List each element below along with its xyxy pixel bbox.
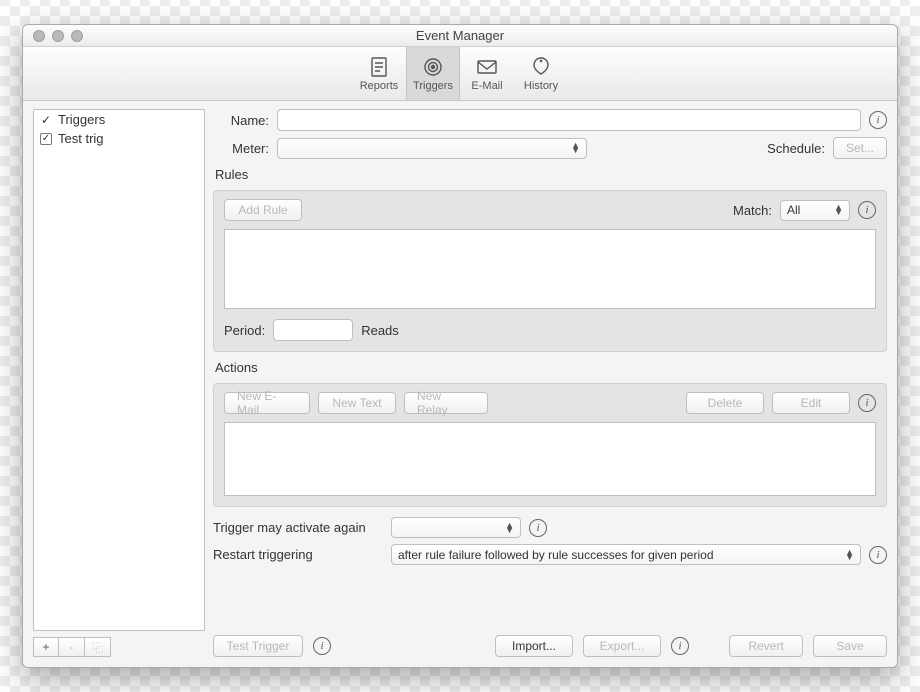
main-panel: Name: i Meter: ▲▼ Schedule: Set... Rules… — [213, 109, 887, 657]
actions-title: Actions — [215, 360, 887, 375]
info-icon[interactable]: i — [858, 201, 876, 219]
info-icon[interactable]: i — [313, 637, 331, 655]
actions-list[interactable] — [224, 422, 876, 496]
toolbar-email[interactable]: E-Mail — [460, 47, 514, 100]
trigger-list[interactable]: ✓ Triggers ✓ Test trig — [33, 109, 205, 631]
footer: Test Trigger i Import... Export... i Rev… — [213, 635, 887, 657]
toolbar-label: History — [524, 80, 558, 92]
triggers-icon — [421, 56, 445, 78]
match-value: All — [787, 203, 800, 217]
toolbar-label: Reports — [360, 80, 399, 92]
history-icon — [529, 56, 553, 78]
checkbox-icon[interactable]: ✓ — [40, 133, 52, 145]
chevron-updown-icon: ▲▼ — [834, 205, 843, 215]
test-trigger-button[interactable]: Test Trigger — [213, 635, 303, 657]
sidebar: ✓ Triggers ✓ Test trig + - ⿻ — [33, 109, 205, 657]
reports-icon — [367, 56, 391, 78]
save-button[interactable]: Save — [813, 635, 887, 657]
toolbar-triggers[interactable]: Triggers — [406, 47, 460, 100]
meter-label: Meter: — [213, 141, 269, 156]
match-select[interactable]: All ▲▼ — [780, 200, 850, 221]
match-label: Match: — [733, 203, 772, 218]
toolbar: Reports Triggers E-Mail History — [23, 47, 897, 101]
toolbar-reports[interactable]: Reports — [352, 47, 406, 100]
new-relay-button[interactable]: New Relay — [404, 392, 488, 414]
new-email-button[interactable]: New E-Mail — [224, 392, 310, 414]
period-label: Period: — [224, 323, 265, 338]
period-input[interactable] — [273, 319, 353, 341]
info-icon[interactable]: i — [529, 519, 547, 537]
check-icon: ✓ — [40, 113, 52, 127]
email-icon — [475, 56, 499, 78]
rules-title: Rules — [215, 167, 887, 182]
info-icon[interactable]: i — [671, 637, 689, 655]
period-suffix: Reads — [361, 323, 399, 338]
list-item[interactable]: ✓ Triggers — [34, 110, 204, 129]
duplicate-trigger-button[interactable]: ⿻ — [85, 637, 111, 657]
name-input[interactable] — [277, 109, 861, 131]
chevron-updown-icon: ▲▼ — [505, 523, 514, 533]
restart-select[interactable]: after rule failure followed by rule succ… — [391, 544, 861, 565]
window-title: Event Manager — [23, 28, 897, 43]
restart-value: after rule failure followed by rule succ… — [398, 548, 714, 562]
actions-group: New E-Mail New Text New Relay Delete Edi… — [213, 383, 887, 507]
rules-list[interactable] — [224, 229, 876, 309]
list-item-label: Triggers — [58, 112, 105, 127]
reactivate-select[interactable]: ▲▼ — [391, 517, 521, 538]
info-icon[interactable]: i — [858, 394, 876, 412]
restart-label: Restart triggering — [213, 547, 383, 562]
content-area: ✓ Triggers ✓ Test trig + - ⿻ Name: i — [23, 101, 897, 667]
titlebar: Event Manager — [23, 25, 897, 47]
import-button[interactable]: Import... — [495, 635, 573, 657]
toolbar-history[interactable]: History — [514, 47, 568, 100]
list-item-label: Test trig — [58, 131, 104, 146]
info-icon[interactable]: i — [869, 546, 887, 564]
list-item[interactable]: ✓ Test trig — [34, 129, 204, 148]
meter-select[interactable]: ▲▼ — [277, 138, 587, 159]
chevron-updown-icon: ▲▼ — [571, 143, 580, 153]
remove-trigger-button[interactable]: - — [59, 637, 85, 657]
add-trigger-button[interactable]: + — [33, 637, 59, 657]
revert-button[interactable]: Revert — [729, 635, 803, 657]
chevron-updown-icon: ▲▼ — [845, 550, 854, 560]
info-icon[interactable]: i — [869, 111, 887, 129]
toolbar-label: Triggers — [413, 80, 453, 92]
edit-action-button[interactable]: Edit — [772, 392, 850, 414]
new-text-button[interactable]: New Text — [318, 392, 396, 414]
schedule-button[interactable]: Set... — [833, 137, 887, 159]
export-button[interactable]: Export... — [583, 635, 661, 657]
toolbar-label: E-Mail — [471, 80, 502, 92]
reactivate-label: Trigger may activate again — [213, 520, 383, 535]
name-label: Name: — [213, 113, 269, 128]
sidebar-buttons: + - ⿻ — [33, 637, 205, 657]
rules-group: Add Rule Match: All ▲▼ i Period: Reads — [213, 190, 887, 352]
schedule-label: Schedule: — [767, 141, 825, 156]
event-manager-window: Event Manager Reports Triggers E-Mail Hi… — [22, 24, 898, 668]
add-rule-button[interactable]: Add Rule — [224, 199, 302, 221]
delete-action-button[interactable]: Delete — [686, 392, 764, 414]
